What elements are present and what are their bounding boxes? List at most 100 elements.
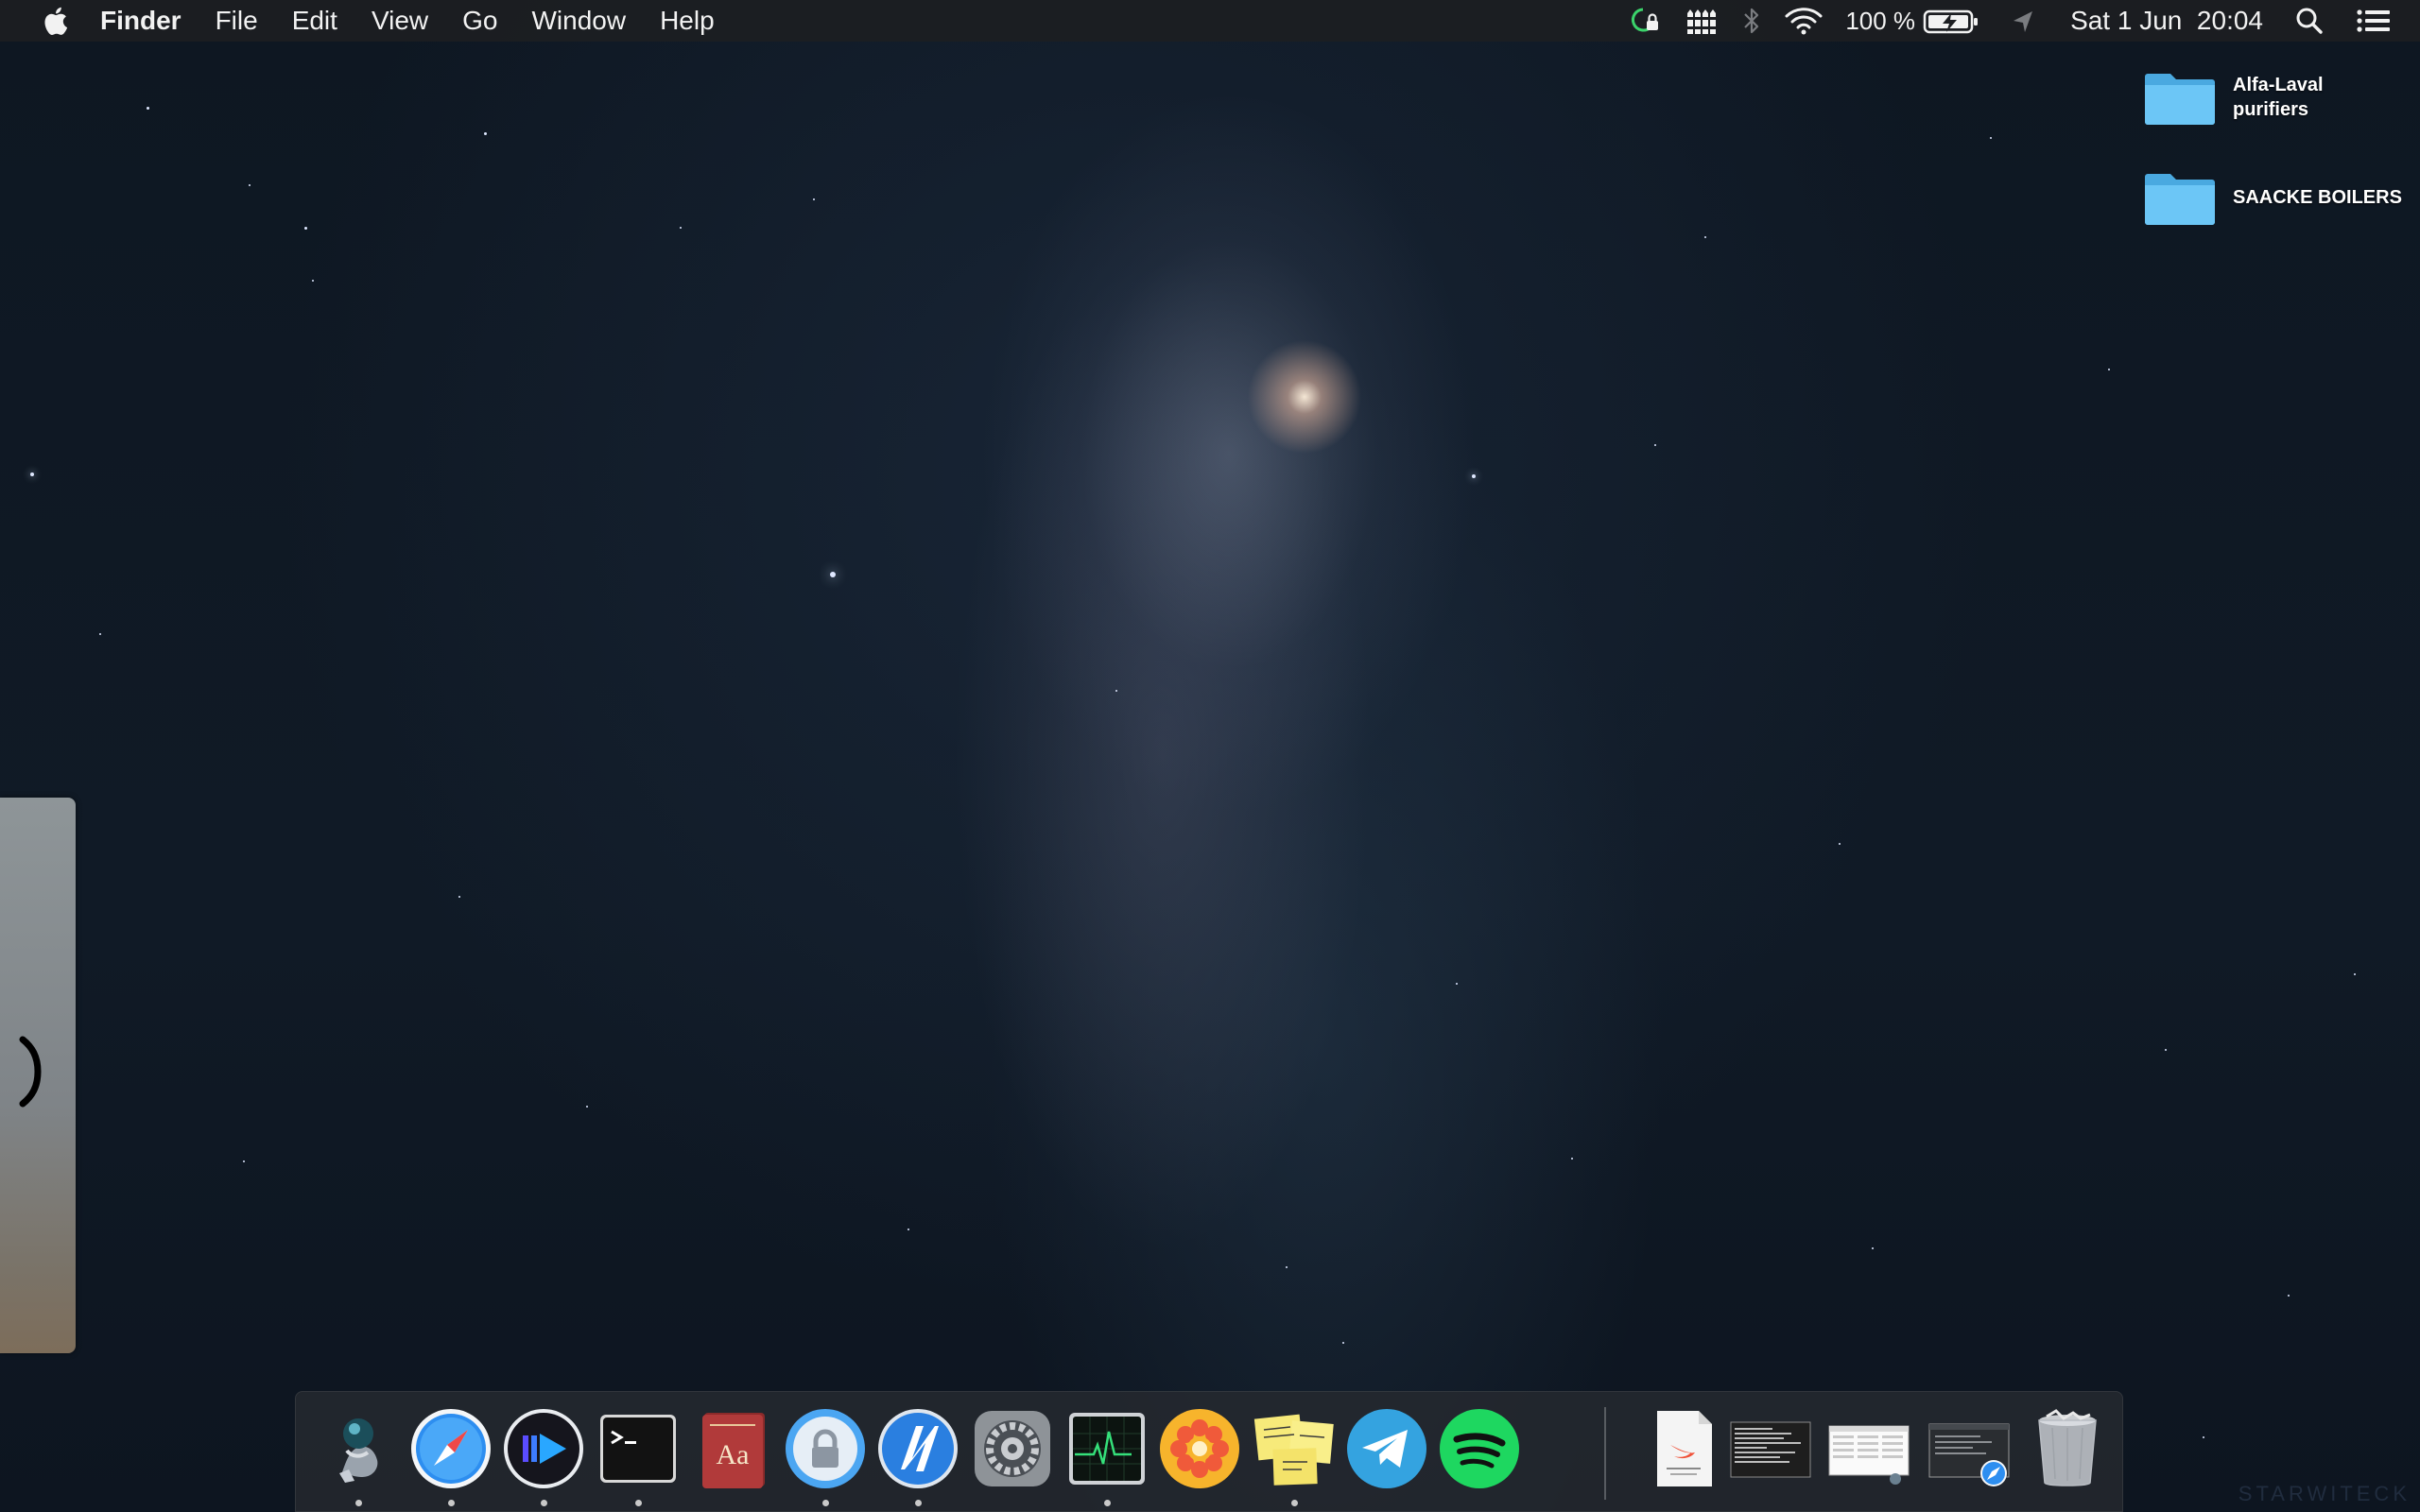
bluetooth-icon[interactable]: [1741, 6, 1762, 36]
spotlight-search-icon[interactable]: [2295, 6, 2324, 36]
folder-label-line: Alfa-Laval: [2233, 75, 2324, 95]
star: [243, 1160, 245, 1162]
desktop-folder-saacke-boilers[interactable]: SAACKE BOILERS: [2144, 168, 2412, 227]
keychain-icon: [786, 1409, 865, 1488]
vpn-status-icon[interactable]: [1628, 6, 1662, 36]
dock-app-telegram[interactable]: [1345, 1407, 1428, 1490]
apple-logo-icon[interactable]: [36, 6, 74, 36]
dock-app-dictionary[interactable]: Aa: [691, 1407, 774, 1490]
star: [30, 472, 34, 476]
dock-app-nautilus[interactable]: [876, 1407, 959, 1490]
terminal-icon: [600, 1415, 676, 1483]
svg-text:Aa: Aa: [717, 1439, 750, 1470]
dock-running-indicator: [635, 1500, 642, 1506]
menu-help[interactable]: Help: [660, 6, 715, 36]
dock-app-alfred[interactable]: [317, 1407, 400, 1490]
star: [304, 227, 307, 230]
dock-running-indicator: [822, 1500, 829, 1506]
star: [1472, 474, 1476, 478]
wifi-icon[interactable]: [1785, 6, 1823, 36]
menu-app-name[interactable]: Finder: [100, 6, 182, 36]
dock-running-indicator: [541, 1500, 547, 1506]
wallpaper-watermark: STARWITECK: [2238, 1482, 2411, 1505]
menu-edit[interactable]: Edit: [292, 6, 337, 36]
side-drawer-handle[interactable]: [0, 798, 76, 1353]
dock-app-keychain-access[interactable]: [784, 1407, 867, 1490]
star: [2165, 1049, 2167, 1051]
folder-label-line: purifiers: [2233, 99, 2309, 120]
folder-label: SAACKE BOILERS: [2233, 185, 2412, 210]
spreadsheet-thumbnail: [1828, 1425, 1910, 1485]
system-preferences-icon: [975, 1411, 1050, 1486]
star: [484, 132, 487, 135]
clock[interactable]: Sat 1 Jun 20:04: [2070, 6, 2263, 36]
activity-monitor-icon: [1069, 1413, 1145, 1485]
terminal-window-thumbnail: [1730, 1421, 1811, 1478]
star: [2354, 973, 2356, 975]
dock-app-activity-monitor[interactable]: [1065, 1407, 1149, 1490]
dock-running-indicator: [1291, 1500, 1298, 1506]
star: [1286, 1266, 1288, 1268]
dock-window-spreadsheet[interactable]: [1827, 1407, 1910, 1490]
battery-charging-icon[interactable]: [1923, 6, 1981, 36]
dock-document-swift[interactable]: [1642, 1407, 1725, 1490]
star: [147, 107, 149, 110]
sunflower-icon: [1160, 1409, 1239, 1488]
star: [458, 896, 460, 898]
battery-percent[interactable]: 100 %: [1845, 7, 1915, 36]
notification-center-icon[interactable]: [2356, 6, 2392, 36]
star: [2288, 1295, 2290, 1297]
dock-app-safari[interactable]: [409, 1407, 493, 1490]
fence-icon[interactable]: [1685, 6, 1719, 36]
trash-icon: [2038, 1409, 2097, 1486]
menu-file[interactable]: File: [216, 6, 258, 36]
star: [1704, 236, 1706, 238]
star: [1115, 690, 1117, 692]
star: [908, 1228, 909, 1230]
dock-app-infuse[interactable]: [502, 1407, 585, 1490]
star: [1990, 137, 1992, 139]
dock-trash[interactable]: [2026, 1407, 2109, 1490]
infuse-icon: [504, 1409, 583, 1488]
spotify-icon: [1440, 1409, 1519, 1488]
dock-window-safari[interactable]: [1927, 1407, 2011, 1490]
folder-icon: [2144, 168, 2216, 227]
folder-icon: [2144, 68, 2216, 127]
telegram-icon: [1347, 1409, 1426, 1488]
star: [1342, 1342, 1344, 1344]
menu-bar: Finder File Edit View Go Window Help 100…: [0, 0, 2420, 42]
dock-running-indicator: [1104, 1500, 1111, 1506]
dock-running-indicator: [355, 1500, 362, 1506]
alfred-icon: [339, 1418, 378, 1483]
star: [1839, 843, 1841, 845]
dock-app-spotify[interactable]: [1438, 1407, 1521, 1490]
swift-document-icon: [1657, 1411, 1712, 1486]
star: [1456, 983, 1458, 985]
desktop-wallpaper: [0, 0, 2420, 1512]
dock-window-terminal[interactable]: [1729, 1407, 1812, 1490]
dictionary-icon: Aa: [702, 1413, 765, 1488]
star: [99, 633, 101, 635]
star: [1872, 1247, 1874, 1249]
dock-app-stickies[interactable]: [1253, 1407, 1336, 1490]
dock-app-system-preferences[interactable]: [971, 1407, 1054, 1490]
menu-window[interactable]: Window: [531, 6, 626, 36]
dock-app-terminal[interactable]: [596, 1407, 680, 1490]
dock-app-sunflower[interactable]: [1158, 1407, 1241, 1490]
star: [680, 227, 682, 229]
dock-running-indicator: [448, 1500, 455, 1506]
star: [2203, 1436, 2204, 1438]
dock-separator: [1604, 1407, 1606, 1500]
desktop-folder-alfa-laval[interactable]: Alfa-Laval purifiers: [2144, 68, 2412, 127]
star: [312, 280, 314, 282]
star: [813, 198, 815, 200]
dock-running-indicator: [915, 1500, 922, 1506]
star: [1654, 444, 1656, 446]
star: [1571, 1158, 1573, 1160]
stickies-icon: [1253, 1414, 1334, 1486]
location-arrow-icon[interactable]: [2010, 6, 2036, 36]
dock: Aa: [295, 1391, 2123, 1512]
menu-go[interactable]: Go: [462, 6, 497, 36]
menu-view[interactable]: View: [372, 6, 428, 36]
star: [586, 1106, 588, 1108]
